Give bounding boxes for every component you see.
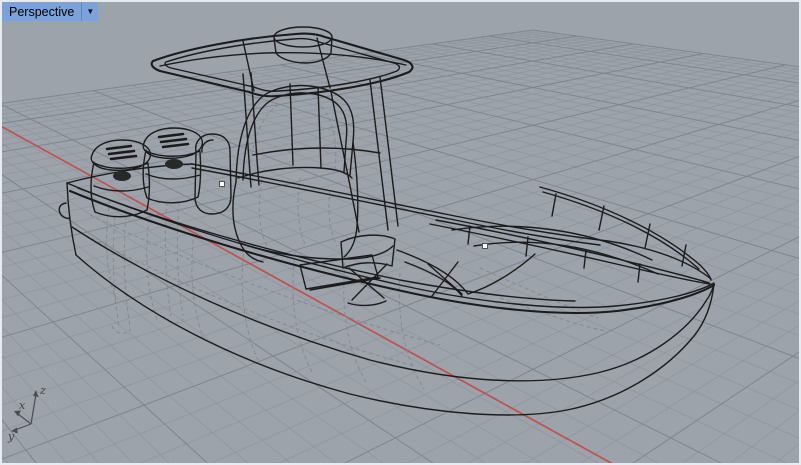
viewport-canvas[interactable]: z x y: [0, 0, 801, 465]
hull-longitudinal-curves: [85, 215, 440, 366]
construction-grid: [0, 30, 801, 465]
x-axis-label: x: [19, 399, 26, 412]
viewport-title-tab[interactable]: Perspective ▼: [2, 2, 98, 21]
control-point[interactable]: [220, 182, 225, 187]
y-axis-label: y: [7, 430, 15, 443]
axis-gizmo: z x y: [7, 384, 46, 443]
radar-dome[interactable]: [274, 27, 332, 63]
viewport-title[interactable]: Perspective: [2, 5, 81, 19]
perspective-viewport[interactable]: z x y Perspective ▼: [0, 0, 801, 465]
z-axis-label: z: [39, 384, 46, 397]
chevron-down-icon[interactable]: ▼: [82, 2, 98, 21]
control-point[interactable]: [483, 244, 488, 249]
